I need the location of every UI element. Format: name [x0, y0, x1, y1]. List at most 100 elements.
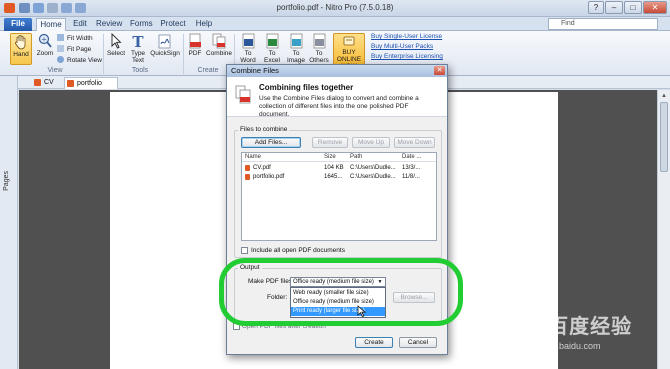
- create-button[interactable]: Create: [355, 337, 393, 348]
- hand-icon: [15, 35, 26, 50]
- dialog-title-bar[interactable]: Combine Files ✕: [227, 65, 447, 77]
- create-group-label: Create: [197, 67, 219, 74]
- quicksign-label: QuickSign: [150, 50, 180, 57]
- text-tool-icon: T: [132, 33, 144, 49]
- column-name[interactable]: Name: [245, 154, 261, 160]
- rotate-view-button[interactable]: Rotate View: [57, 56, 102, 65]
- table-row[interactable]: CV.pdf 104 KB C:\Users\Dudle... 13/3/...: [242, 164, 436, 173]
- tab-home[interactable]: Home: [36, 18, 66, 31]
- table-row[interactable]: portfolio.pdf 1645... C:\Users\Dudle... …: [242, 173, 436, 182]
- file-name: CV.pdf: [253, 165, 271, 171]
- dialog-header: Combining files together Use the Combine…: [227, 77, 447, 118]
- file-list[interactable]: Name Size Path Date ... CV.pdf 104 KB C:…: [241, 152, 437, 241]
- doc-tab-cv-label: CV: [44, 79, 54, 86]
- fit-page-icon: [57, 45, 64, 52]
- pages-panel-label[interactable]: Pages: [3, 171, 10, 191]
- remove-button[interactable]: Remove: [312, 137, 348, 148]
- svg-text:T: T: [132, 33, 144, 49]
- file-name: portfolio.pdf: [253, 174, 285, 180]
- column-path[interactable]: Path: [350, 154, 362, 160]
- tab-protect[interactable]: Protect: [160, 18, 186, 31]
- move-up-button[interactable]: Move Up: [352, 137, 390, 148]
- select-button[interactable]: Select: [106, 33, 126, 57]
- file-path: C:\Users\Dudle...: [350, 174, 396, 180]
- tab-review[interactable]: Review: [96, 18, 122, 31]
- cursor-icon: [111, 33, 122, 49]
- combine-button[interactable]: Combine: [206, 33, 232, 57]
- to-excel-button[interactable]: To Excel: [260, 33, 284, 64]
- include-open-checkbox[interactable]: [241, 247, 248, 254]
- combine-files-icon: [235, 85, 251, 104]
- maximize-button[interactable]: □: [624, 1, 642, 14]
- pdf-file-icon: [34, 79, 41, 86]
- dialog-title: Combine Files: [231, 66, 279, 75]
- to-excel-label: To Excel: [264, 50, 280, 64]
- others-icon: [313, 33, 325, 49]
- to-word-button[interactable]: To Word: [236, 33, 260, 64]
- search-input[interactable]: Find: [548, 18, 658, 30]
- excel-icon: [266, 33, 278, 49]
- highlight-annotation-ring: [219, 258, 463, 326]
- add-files-button[interactable]: Add Files...: [241, 137, 301, 148]
- create-pdf-label: PDF: [188, 50, 202, 57]
- doc-tab-portfolio[interactable]: portfolio: [64, 77, 118, 89]
- file-size: 1645...: [324, 174, 343, 180]
- create-pdf-button[interactable]: PDF: [186, 33, 204, 57]
- pages-side-panel[interactable]: Pages: [0, 76, 18, 369]
- fit-width-icon: [57, 34, 64, 41]
- file-path: C:\Users\Dudle...: [350, 165, 396, 171]
- pdf-file-icon: [245, 174, 250, 180]
- move-down-button[interactable]: Move Down: [394, 137, 435, 148]
- image-icon: [290, 33, 302, 49]
- scroll-thumb[interactable]: [660, 102, 668, 172]
- hand-label: Hand: [13, 51, 29, 58]
- view-group-label: View: [47, 67, 63, 74]
- tab-forms[interactable]: Forms: [130, 18, 153, 31]
- rotate-view-label: Rotate View: [67, 57, 102, 64]
- zoom-icon: +: [38, 33, 52, 48]
- watermark-logo: Bai百度经验: [514, 316, 633, 338]
- rotate-icon: [57, 56, 64, 63]
- help-button[interactable]: ?: [588, 1, 604, 14]
- combine-label: Combine: [206, 50, 233, 57]
- column-size[interactable]: Size: [324, 154, 336, 160]
- pdf-file-icon: [67, 80, 74, 87]
- fit-page-label: Fit Page: [67, 46, 92, 53]
- cancel-button[interactable]: Cancel: [399, 337, 437, 348]
- watermark-url: jingyan.baidu.com: [528, 341, 601, 351]
- file-date: 13/3/...: [402, 165, 421, 171]
- ribbon-tab-bar: File Home Edit Review Forms Protect Help…: [0, 17, 670, 31]
- fit-page-button[interactable]: Fit Page: [57, 45, 91, 54]
- hand-button[interactable]: Hand: [10, 33, 32, 65]
- cart-icon: [343, 36, 355, 46]
- tab-help[interactable]: Help: [194, 18, 214, 31]
- close-button[interactable]: ✕: [643, 1, 667, 14]
- fit-width-button[interactable]: Fit Width: [57, 34, 93, 43]
- buy-enterprise-link[interactable]: Buy Enterprise Licensing: [371, 53, 443, 60]
- to-others-button[interactable]: To Others: [306, 33, 332, 64]
- signature-icon: [158, 34, 171, 49]
- quicksign-button[interactable]: QuickSign: [150, 33, 180, 57]
- buy-multi-user-link[interactable]: Buy Multi-User Packs: [371, 43, 433, 50]
- dialog-close-button[interactable]: ✕: [434, 66, 445, 75]
- zoom-button[interactable]: + Zoom: [35, 33, 55, 65]
- to-image-button[interactable]: To Image: [284, 33, 308, 64]
- doc-tab-portfolio-label: portfolio: [77, 80, 102, 87]
- pdf-file-icon: [189, 33, 201, 49]
- doc-tab-cv[interactable]: CV: [32, 77, 62, 89]
- tab-edit[interactable]: Edit: [68, 18, 92, 31]
- buy-single-user-link[interactable]: Buy Single-User License: [371, 33, 442, 40]
- vertical-scrollbar[interactable]: ▲: [657, 90, 670, 369]
- scroll-up-icon[interactable]: ▲: [660, 92, 668, 100]
- type-text-button[interactable]: T Type Text: [128, 33, 148, 64]
- tab-file[interactable]: File: [4, 18, 32, 31]
- column-date[interactable]: Date ...: [402, 154, 421, 160]
- fit-width-label: Fit Width: [67, 35, 93, 42]
- svg-text:+: +: [41, 36, 47, 44]
- pdf-file-icon: [245, 165, 250, 171]
- to-others-label: To Others: [309, 50, 329, 64]
- file-date: 11/8/...: [402, 174, 420, 180]
- group-separator: [183, 34, 184, 74]
- word-icon: [242, 33, 254, 49]
- minimize-button[interactable]: –: [605, 1, 623, 14]
